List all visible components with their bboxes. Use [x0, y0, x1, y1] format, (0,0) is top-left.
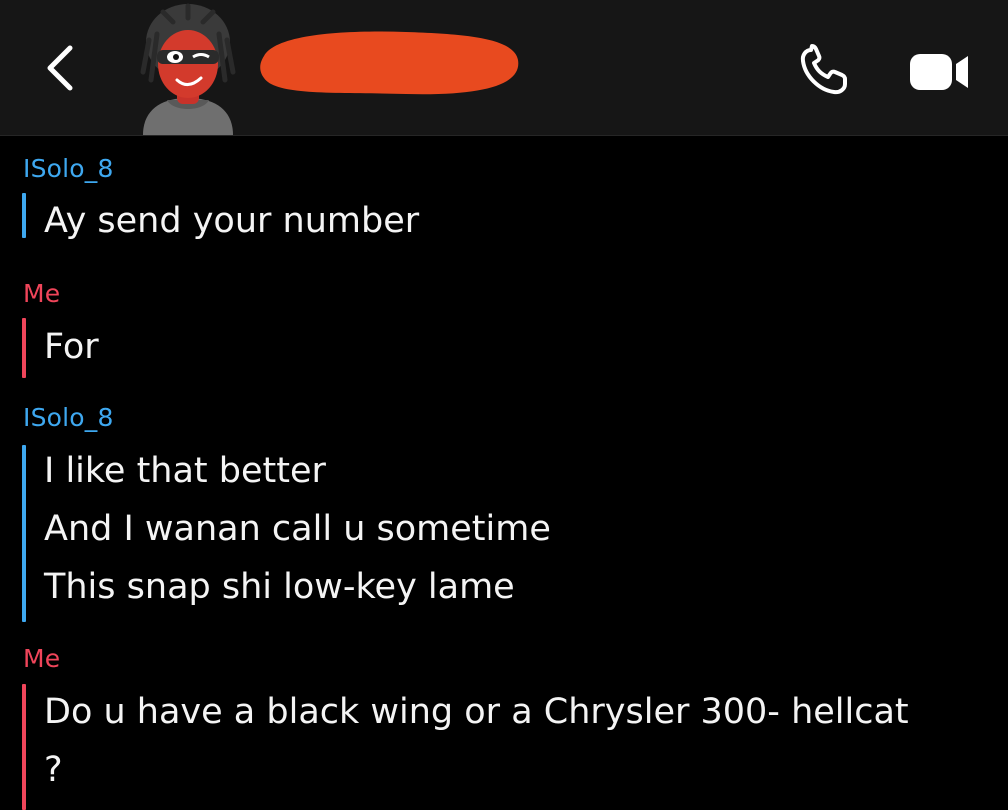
sender-name: Me: [23, 279, 61, 308]
message-text: For: [44, 327, 99, 367]
redacted-username: [256, 26, 521, 100]
sender-bar: [22, 193, 26, 238]
bitmoji-avatar: [140, 3, 236, 135]
message-text: ?: [44, 750, 63, 790]
chat-header: [0, 0, 1008, 136]
message-text: Ay send your number: [44, 201, 420, 241]
sender-name: Me: [23, 644, 61, 673]
sender-bar: [22, 318, 26, 378]
sender-name: ISolo_8: [23, 154, 114, 183]
sender-name: ISolo_8: [23, 403, 114, 432]
message-text: This snap shi low-key lame: [44, 567, 515, 607]
call-button[interactable]: [797, 44, 851, 98]
message-list: ISolo_8 Ay send your number Me For ISolo…: [0, 136, 1008, 810]
video-call-button[interactable]: [908, 50, 972, 94]
video-camera-icon: [910, 54, 968, 90]
back-button[interactable]: [36, 40, 86, 96]
avatar[interactable]: [133, 0, 243, 135]
phone-icon: [800, 44, 847, 95]
sender-bar: [22, 445, 26, 622]
message-text: Do u have a black wing or a Chrysler 300…: [44, 692, 909, 732]
sender-bar: [22, 684, 26, 810]
message-text: And I wanan call u sometime: [44, 509, 551, 549]
chevron-left-icon: [47, 45, 73, 91]
message-text: I like that better: [44, 451, 326, 491]
